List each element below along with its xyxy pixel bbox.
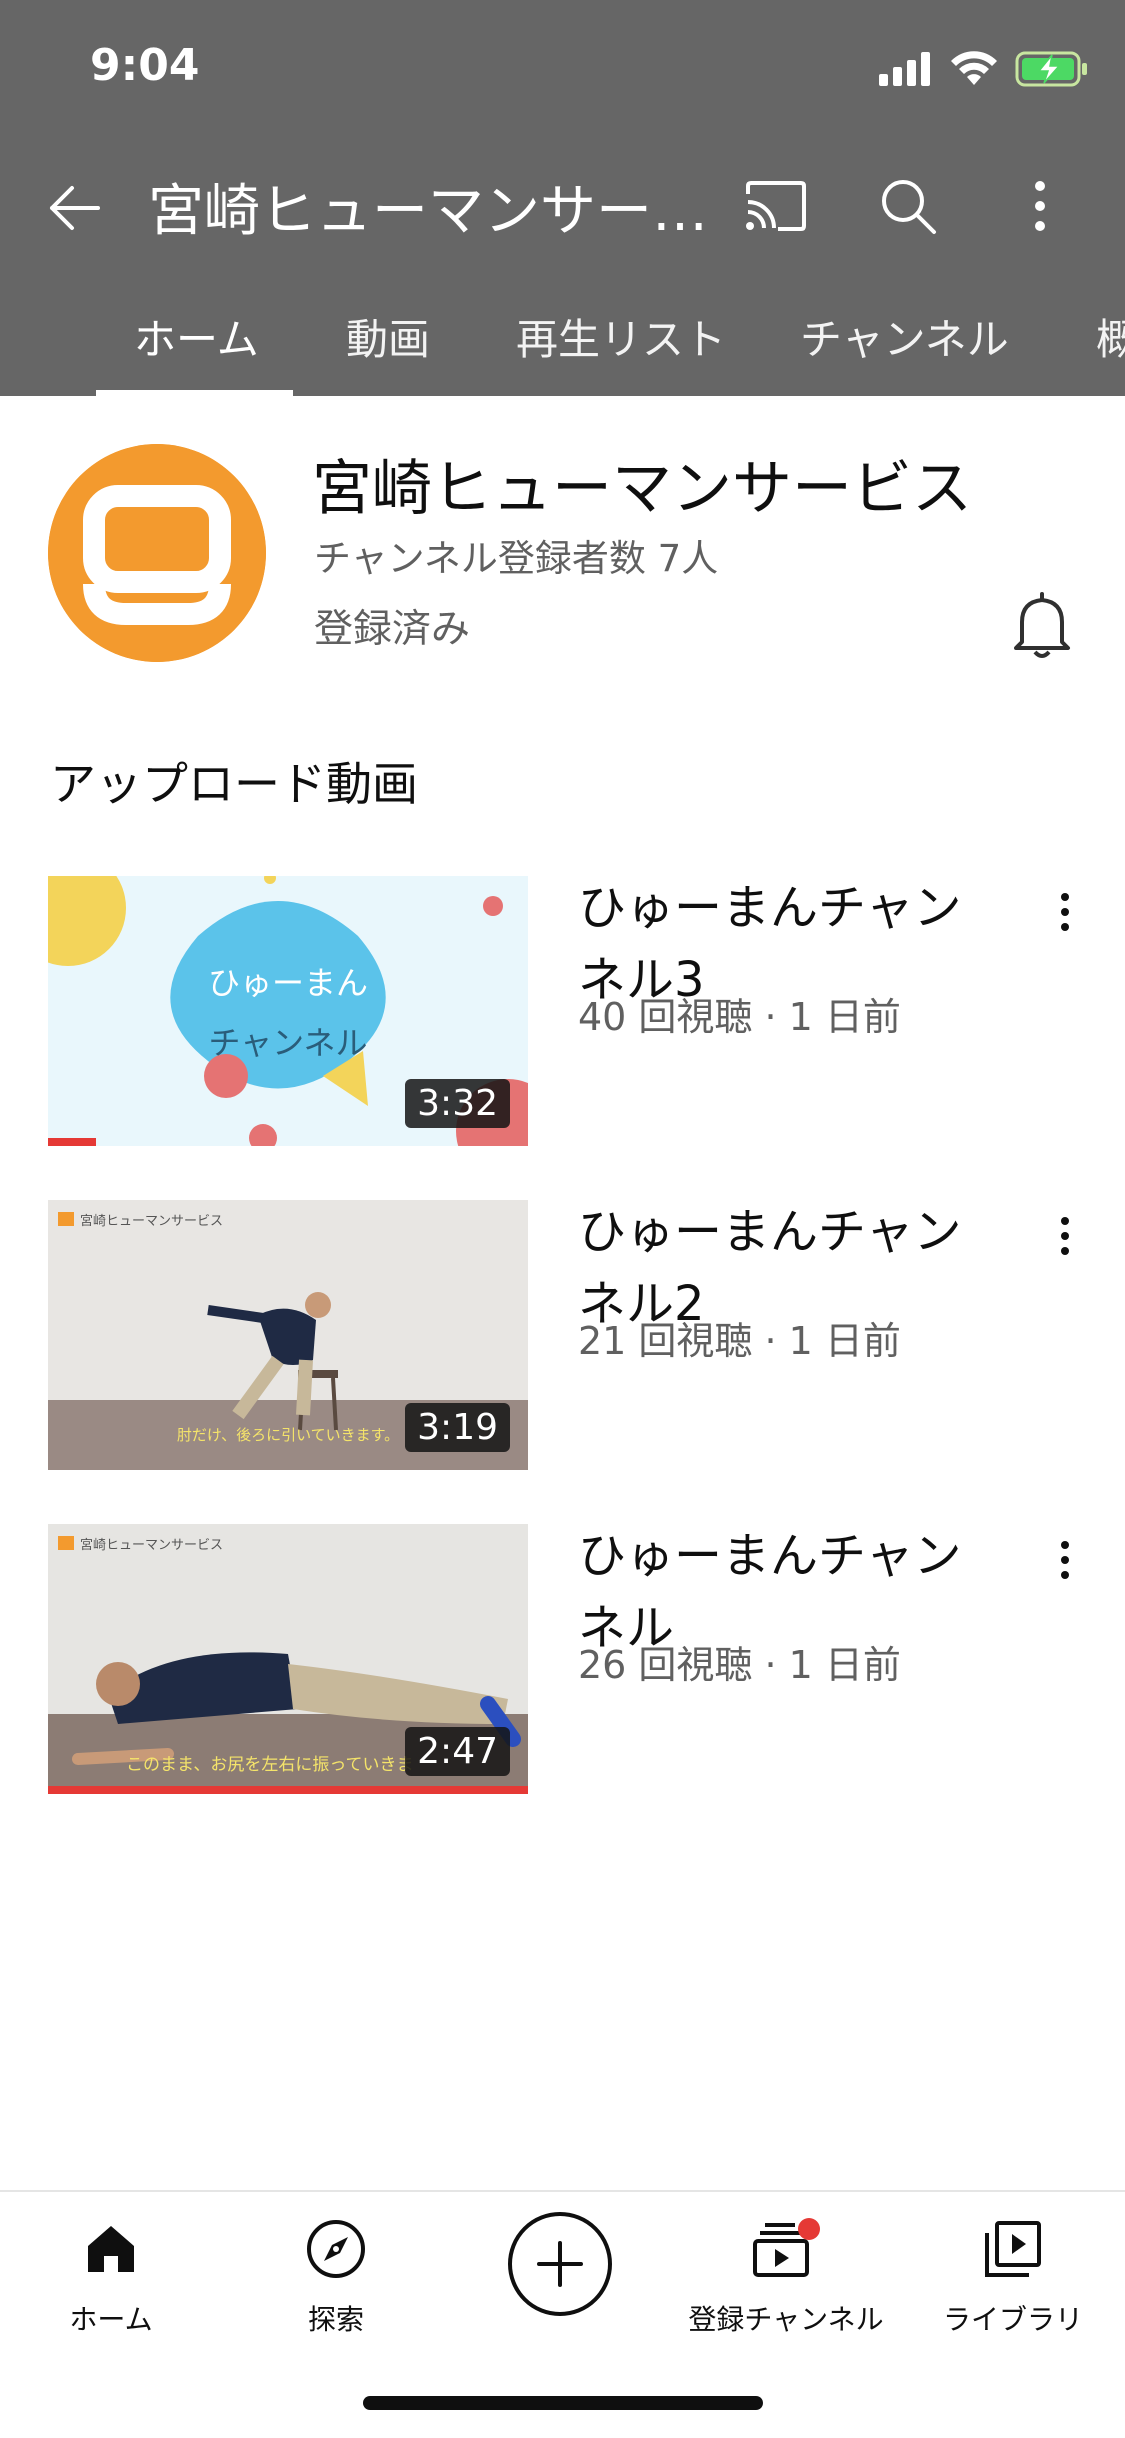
video-thumbnail[interactable]: 宮崎ヒューマンサービス このまま、お尻を左右に振っていきま 2:47 bbox=[48, 1524, 528, 1794]
status-icons bbox=[879, 44, 1089, 94]
top-app-bar: 宮崎ヒューマンサー… bbox=[0, 150, 1125, 250]
cellular-signal-icon bbox=[879, 52, 930, 86]
more-vert-icon bbox=[1061, 893, 1069, 931]
nav-home-label: ホーム bbox=[69, 2303, 153, 2336]
nav-explore-label: 探索 bbox=[307, 2303, 364, 2336]
home-icon bbox=[88, 2226, 134, 2272]
channel-tabs: ホーム 動画 再生リスト チャンネル 概要 bbox=[0, 290, 1125, 396]
create-button[interactable] bbox=[508, 2212, 612, 2316]
battery-charging-icon bbox=[1015, 51, 1087, 87]
bell-icon bbox=[1014, 592, 1070, 658]
status-time: 9:04 bbox=[90, 40, 200, 91]
back-button[interactable] bbox=[34, 168, 114, 248]
video-duration: 2:47 bbox=[405, 1727, 510, 1776]
video-more-button[interactable] bbox=[1040, 882, 1090, 942]
watch-progress-bar bbox=[48, 1786, 528, 1794]
plus-icon bbox=[537, 2241, 583, 2287]
tab-about[interactable]: 概要 bbox=[1096, 306, 1125, 367]
channel-name: 宮崎ヒューマンサービス bbox=[312, 454, 972, 524]
thumbnail-logo-text: 宮崎ヒューマンサービス bbox=[80, 1214, 224, 1229]
tab-channels[interactable]: チャンネル bbox=[800, 306, 1009, 367]
thumbnail-logo-text: 宮崎ヒューマンサービス bbox=[80, 1538, 224, 1553]
app-header: 9:04 宮崎ヒューマンサー… ホーム 動画 再生リスト チャンネル 概 bbox=[0, 0, 1125, 396]
video-duration: 3:32 bbox=[405, 1079, 510, 1128]
nav-subscriptions-label: 登録チャンネル bbox=[688, 2303, 884, 2336]
uploads-section-title: アップロード動画 bbox=[50, 757, 418, 811]
video-meta: 40 回視聴 · 1 日前 bbox=[578, 995, 901, 1039]
subscriber-count: チャンネル登録者数 7人 bbox=[314, 537, 719, 580]
arrow-left-icon bbox=[50, 186, 100, 230]
nav-library[interactable]: ライブラリ bbox=[908, 2214, 1118, 2338]
wifi-icon bbox=[951, 51, 997, 85]
tab-indicator bbox=[96, 390, 293, 396]
tab-home[interactable]: ホーム bbox=[134, 306, 259, 367]
video-item[interactable]: ひゅーまん チャンネル 3:32 ひゅーまんチャンネル3 40 回視聴 · 1 … bbox=[0, 876, 1125, 1146]
channel-logo-icon bbox=[48, 444, 266, 662]
tab-playlists[interactable]: 再生リスト bbox=[516, 306, 726, 367]
more-options-button[interactable] bbox=[998, 164, 1082, 248]
home-indicator bbox=[363, 2396, 763, 2410]
thumbnail-caption: このまま、お尻を左右に振っていきま bbox=[126, 1755, 414, 1775]
video-item[interactable]: 宮崎ヒューマンサービス このまま、お尻を左右に振っていきま 2:47 ひゅーまん… bbox=[0, 1524, 1125, 1794]
library-icon bbox=[985, 2221, 1041, 2277]
nav-explore[interactable]: 探索 bbox=[231, 2214, 441, 2338]
more-vert-icon bbox=[1061, 1541, 1069, 1579]
notification-bell-button[interactable] bbox=[1008, 590, 1076, 662]
video-meta: 26 回視聴 · 1 日前 bbox=[578, 1643, 901, 1687]
search-icon bbox=[882, 180, 936, 234]
cast-icon bbox=[746, 181, 806, 231]
video-meta: 21 回視聴 · 1 日前 bbox=[578, 1319, 901, 1363]
header-channel-title: 宮崎ヒューマンサー… bbox=[148, 179, 708, 244]
subscriptions-icon bbox=[753, 2218, 820, 2277]
thumbnail-text: チャンネル bbox=[208, 1024, 368, 1062]
more-vert-icon bbox=[1061, 1217, 1069, 1255]
nav-subscriptions[interactable]: 登録チャンネル bbox=[681, 2214, 891, 2338]
video-item[interactable]: 宮崎ヒューマンサービス 肘だけ、後ろに引いていきます。 3:19 ひゅーまんチャ… bbox=[0, 1200, 1125, 1470]
compass-icon bbox=[307, 2220, 365, 2278]
subscribed-button[interactable]: 登録済み bbox=[314, 598, 470, 654]
watch-progress-bar bbox=[48, 1138, 96, 1146]
search-button[interactable] bbox=[866, 164, 950, 248]
video-thumbnail[interactable]: 宮崎ヒューマンサービス 肘だけ、後ろに引いていきます。 3:19 bbox=[48, 1200, 528, 1470]
video-more-button[interactable] bbox=[1040, 1530, 1090, 1590]
thumbnail-text: ひゅーまん bbox=[207, 964, 368, 1002]
video-duration: 3:19 bbox=[405, 1403, 510, 1452]
more-vert-icon bbox=[1035, 181, 1045, 231]
cast-button[interactable] bbox=[734, 164, 818, 248]
video-more-button[interactable] bbox=[1040, 1206, 1090, 1266]
tab-videos[interactable]: 動画 bbox=[346, 306, 430, 367]
channel-avatar[interactable] bbox=[48, 444, 266, 662]
nav-library-label: ライブラリ bbox=[942, 2303, 1083, 2336]
nav-home[interactable]: ホーム bbox=[6, 2214, 216, 2338]
video-thumbnail[interactable]: ひゅーまん チャンネル 3:32 bbox=[48, 876, 528, 1146]
